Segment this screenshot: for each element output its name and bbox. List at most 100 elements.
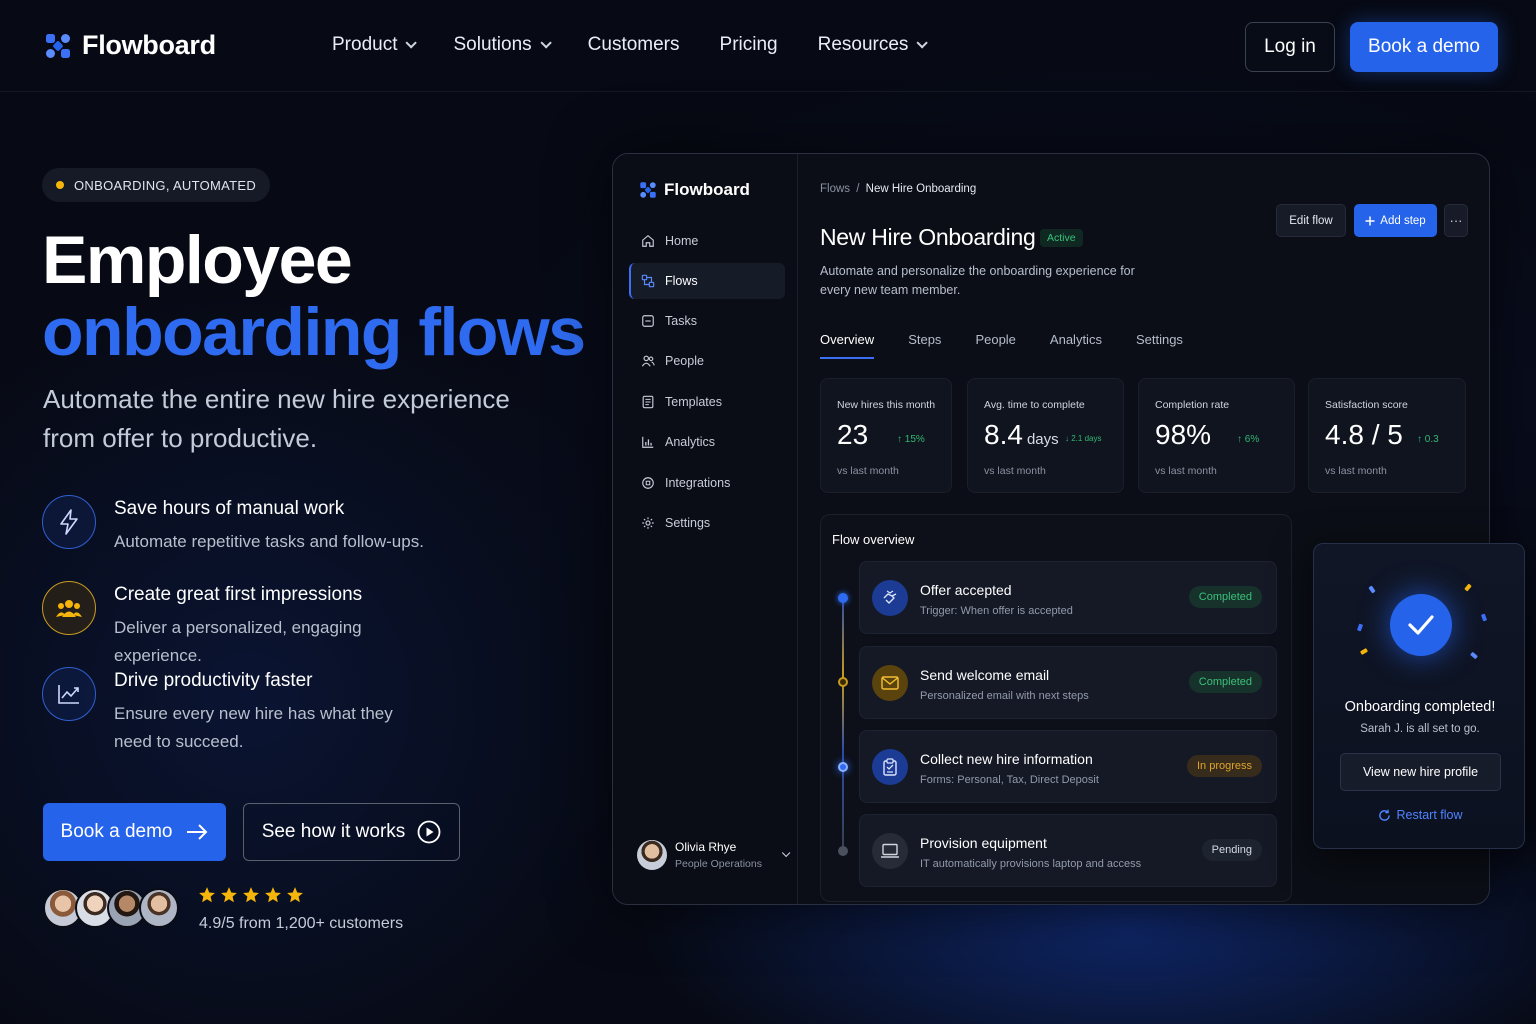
- user-role: People Operations: [675, 858, 762, 870]
- sidebar-item-label: Flows: [665, 274, 698, 288]
- sidebar-item-people[interactable]: People: [629, 343, 785, 379]
- see-how-it-works-button[interactable]: See how it works: [243, 803, 460, 861]
- timeline-dot: [838, 762, 848, 772]
- sidebar-item-integrations[interactable]: Integrations: [629, 465, 785, 501]
- nav-product[interactable]: Product: [332, 34, 418, 56]
- stat-label: Completion rate: [1155, 399, 1230, 411]
- star-icon: [265, 887, 281, 903]
- current-user[interactable]: Olivia Rhye People Operations: [637, 840, 791, 870]
- rating-stars: [198, 886, 304, 904]
- nav-pricing-label: Pricing: [719, 34, 778, 55]
- view-profile-button[interactable]: View new hire profile: [1340, 753, 1501, 791]
- breadcrumb: Flows / New Hire Onboarding: [820, 183, 976, 195]
- flow-title: New Hire Onboarding: [820, 224, 1036, 250]
- step-subtitle: Trigger: When offer is accepted: [920, 605, 1073, 617]
- confetti-decoration: [1464, 583, 1472, 592]
- stat-foot: vs last month: [1155, 465, 1217, 477]
- star-icon: [287, 887, 303, 903]
- nav-resources-label: Resources: [817, 34, 909, 55]
- tab-people[interactable]: People: [975, 332, 1015, 359]
- sidebar-item-templates[interactable]: Templates: [629, 384, 785, 420]
- breadcrumb-current: New Hire Onboarding: [865, 183, 977, 195]
- feature-desc: Automate repetitive tasks and follow-ups…: [114, 532, 424, 551]
- sidebar-item-tasks[interactable]: Tasks: [629, 303, 785, 339]
- step-subtitle: Personalized email with next steps: [920, 690, 1089, 702]
- flow-step-offer-accepted[interactable]: Offer accepted Trigger: When offer is ac…: [859, 561, 1277, 634]
- nav-solutions[interactable]: Solutions: [453, 34, 552, 56]
- sidebar-item-analytics[interactable]: Analytics: [629, 424, 785, 460]
- templates-icon: [642, 395, 654, 409]
- step-subtitle: Forms: Personal, Tax, Direct Deposit: [920, 774, 1099, 786]
- stat-value: 8.4 days: [984, 419, 1059, 451]
- brand-logo[interactable]: Flowboard: [44, 30, 216, 61]
- nav-resources[interactable]: Resources: [817, 34, 929, 56]
- book-demo-nav-button[interactable]: Book a demo: [1350, 22, 1498, 72]
- tab-settings[interactable]: Settings: [1136, 332, 1183, 359]
- tab-analytics[interactable]: Analytics: [1050, 332, 1102, 359]
- tab-steps[interactable]: Steps: [908, 332, 941, 359]
- app-brand-name: Flowboard: [664, 180, 750, 199]
- restart-flow-button[interactable]: Restart flow: [1314, 808, 1526, 822]
- avatar: [637, 840, 667, 870]
- people-icon: [641, 355, 655, 367]
- mail-icon: [872, 665, 908, 701]
- nav-links: Product Solutions Customers Pricing Reso…: [332, 34, 929, 56]
- top-navbar: Flowboard Product Solutions Customers Pr…: [0, 0, 1536, 92]
- laptop-icon: [872, 833, 908, 869]
- tab-overview[interactable]: Overview: [820, 332, 875, 359]
- hero-title-line2: onboarding flows: [42, 294, 586, 370]
- flow-step-provision-equipment[interactable]: Provision equipment IT automatically pro…: [859, 814, 1277, 887]
- tasks-icon: [642, 315, 654, 327]
- sidebar-item-home[interactable]: Home: [629, 223, 785, 259]
- confetti-decoration: [1480, 613, 1488, 622]
- sidebar-item-label: Templates: [665, 395, 722, 409]
- nav-pricing[interactable]: Pricing: [720, 34, 778, 56]
- see-how-label: See how it works: [261, 821, 406, 842]
- onboarding-complete-card: Onboarding completed! Sarah J. is all se…: [1313, 543, 1525, 849]
- sidebar-item-flows[interactable]: Flows: [629, 263, 785, 299]
- flow-overview-panel: Flow overview Offer accepted Trigger: Wh…: [820, 514, 1292, 902]
- hero-badge: ONBOARDING, AUTOMATED: [42, 168, 271, 202]
- breadcrumb-parent[interactable]: Flows: [820, 183, 850, 195]
- timeline-dot: [838, 677, 848, 687]
- hero-title-line1: Employee: [42, 222, 353, 298]
- star-icon: [221, 887, 237, 903]
- nav-customers-label: Customers: [587, 34, 680, 55]
- flowboard-logo-icon: [46, 33, 70, 58]
- app-brand[interactable]: Flowboard: [639, 180, 750, 200]
- user-name: Olivia Rhye: [675, 840, 737, 854]
- feature-productivity: Drive productivity faster Ensure every n…: [42, 667, 434, 756]
- flow-step-welcome-email[interactable]: Send welcome email Personalized email wi…: [859, 646, 1277, 719]
- book-demo-button[interactable]: Book a demo: [43, 803, 226, 861]
- feature-title: Drive productivity faster: [114, 670, 313, 691]
- nav-customers[interactable]: Customers: [588, 34, 680, 56]
- stat-delta: ↓ 2.1 days: [1065, 434, 1102, 443]
- stat-value: 98%: [1155, 419, 1211, 451]
- more-options-button[interactable]: ···: [1444, 204, 1468, 237]
- login-button[interactable]: Log in: [1245, 22, 1335, 72]
- stat-card-satisfaction: Satisfaction score 4.8 / 5 ↑ 0.3 vs last…: [1308, 378, 1466, 493]
- plus-icon: [1365, 216, 1375, 225]
- edit-flow-button[interactable]: Edit flow: [1276, 204, 1346, 237]
- stat-foot: vs last month: [1325, 465, 1387, 477]
- flow-step-collect-info[interactable]: Collect new hire information Forms: Pers…: [859, 730, 1277, 803]
- stat-number: 23: [837, 419, 869, 450]
- stat-label: New hires this month: [837, 399, 936, 411]
- confetti-decoration: [1368, 585, 1376, 594]
- chevron-down-icon: [540, 37, 552, 49]
- chart-icon: [42, 667, 96, 721]
- home-icon: [642, 235, 654, 247]
- check-icon: [1390, 594, 1452, 656]
- sidebar-item-label: Tasks: [665, 314, 697, 328]
- confetti-decoration: [1359, 648, 1369, 655]
- flow-description: Automate and personalize the onboarding …: [820, 264, 1135, 297]
- chevron-down-icon: [916, 37, 929, 49]
- stat-number: 4.8 / 5: [1325, 419, 1403, 450]
- flow-overview-title: Flow overview: [832, 532, 915, 547]
- sidebar-item-settings[interactable]: Settings: [629, 505, 785, 541]
- status-badge: In progress: [1186, 755, 1262, 777]
- step-subtitle: IT automatically provisions laptop and a…: [920, 858, 1142, 870]
- add-step-button[interactable]: Add step: [1354, 204, 1437, 237]
- sidebar-item-label: People: [665, 354, 704, 368]
- status-badge: Active: [1040, 229, 1083, 247]
